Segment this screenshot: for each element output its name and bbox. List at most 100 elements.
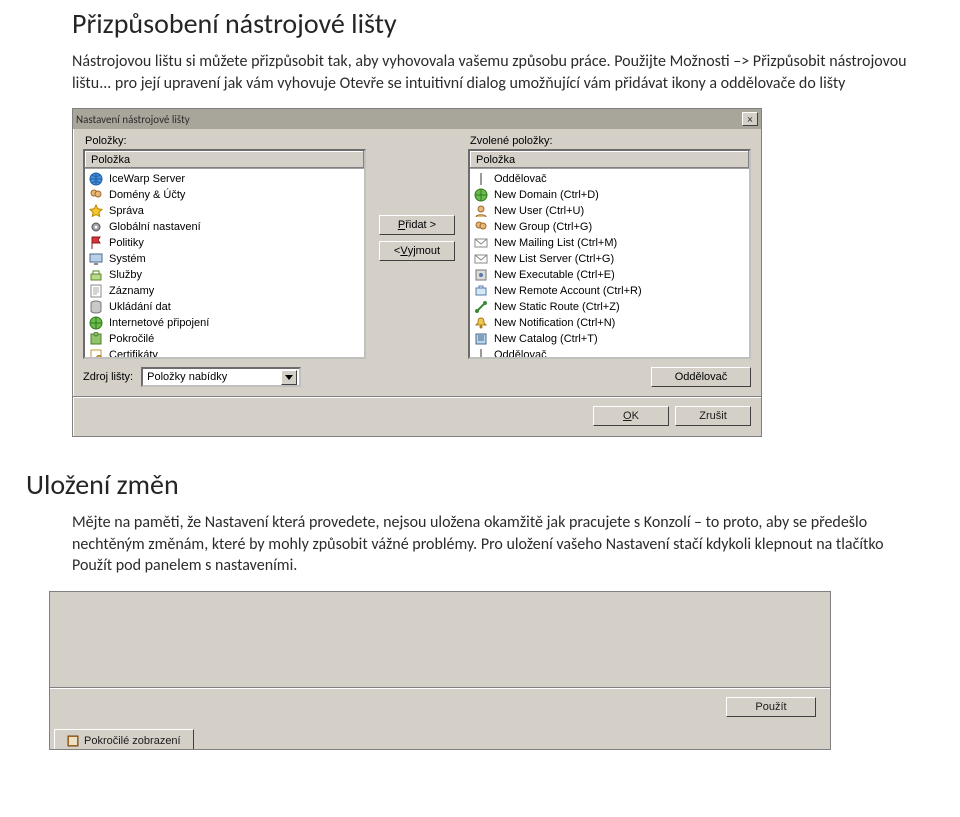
list-item-label: Ukládání dat	[109, 301, 171, 313]
list-item-label: Správa	[109, 205, 144, 217]
list-item[interactable]: Záznamy	[85, 283, 364, 299]
users-icon	[474, 220, 488, 234]
selected-items-label: Zvolené položky:	[470, 135, 751, 147]
dialog-titlebar[interactable]: Nastavení nástrojové lišty ×	[73, 109, 761, 129]
log-icon	[89, 284, 103, 298]
list-item-label: IceWarp Server	[109, 173, 185, 185]
list-item-label: Internetové připojení	[109, 317, 209, 329]
list-item-label: Oddělovač	[494, 349, 547, 359]
list-item-label: New Executable (Ctrl+E)	[494, 269, 615, 281]
route-icon	[474, 300, 488, 314]
heading-save-changes: Uložení změn	[26, 467, 920, 502]
remove-button[interactable]: < Vyjmout	[379, 241, 455, 261]
apply-button[interactable]: Použít	[726, 697, 816, 717]
list-item[interactable]: New Static Route (Ctrl+Z)	[470, 299, 749, 315]
dialog-title: Nastavení nástrojové lišty	[76, 113, 742, 126]
list-item-label: New List Server (Ctrl+G)	[494, 253, 614, 265]
catalog-icon	[474, 332, 488, 346]
list-item-label: New Static Route (Ctrl+Z)	[494, 301, 620, 313]
list-item-label: Záznamy	[109, 285, 154, 297]
list-item[interactable]: New Catalog (Ctrl+T)	[470, 331, 749, 347]
list-item[interactable]: Služby	[85, 267, 364, 283]
list-item-label: Domény & Účty	[109, 189, 185, 201]
add-button[interactable]: Přidat >	[379, 215, 455, 235]
chevron-down-icon[interactable]	[281, 370, 297, 385]
cert-icon	[89, 348, 103, 359]
list-item[interactable]: New Executable (Ctrl+E)	[470, 267, 749, 283]
list-item[interactable]: New Group (Ctrl+G)	[470, 219, 749, 235]
exe-icon	[474, 268, 488, 282]
cancel-button[interactable]: Zrušit	[675, 406, 751, 426]
source-combobox[interactable]: Položky nabídky	[141, 367, 301, 387]
list-item-label: Pokročilé	[109, 333, 154, 345]
list-item-label: New Remote Account (Ctrl+R)	[494, 285, 642, 297]
source-label: Zdroj lišty:	[83, 371, 133, 383]
add-button-text-post: řidat >	[405, 219, 436, 231]
tab-bar: Pokročilé zobrazení	[50, 725, 830, 749]
ok-button-post: K	[632, 410, 639, 422]
puzzle-icon	[89, 332, 103, 346]
service-icon	[89, 268, 103, 282]
list-item-label: New User (Ctrl+U)	[494, 205, 584, 217]
bell-icon	[474, 316, 488, 330]
paragraph-save-changes: Mějte na paměti, že Nastavení která prov…	[72, 512, 920, 577]
selected-items-list[interactable]: Položka Oddělovač New Domain (Ctrl+D) New …	[468, 149, 751, 359]
ok-button[interactable]: OK	[593, 406, 669, 426]
sep-icon	[474, 172, 488, 186]
cancel-button-text: Zrušit	[699, 410, 727, 422]
list-item-label: Oddělovač	[494, 173, 547, 185]
selected-column-header[interactable]: Položka	[470, 151, 749, 169]
close-icon[interactable]: ×	[742, 112, 758, 126]
ok-button-u: O	[623, 410, 632, 422]
gear-icon	[89, 220, 103, 234]
list-item-label: New Notification (Ctrl+N)	[494, 317, 615, 329]
list-item[interactable]: Oddělovač	[470, 171, 749, 187]
list-item[interactable]: Internetové připojení	[85, 315, 364, 331]
heading-customize-toolbar: Přizpůsobení nástrojové lišty	[72, 6, 920, 41]
user-icon	[474, 204, 488, 218]
tab-advanced-view[interactable]: Pokročilé zobrazení	[54, 729, 194, 749]
users-icon	[89, 188, 103, 202]
list-item-label: Globální nastavení	[109, 221, 201, 233]
paragraph-customize-toolbar: Nástrojovou lištu si můžete přizpůsobit …	[72, 51, 920, 94]
globe-green-icon	[89, 316, 103, 330]
mail-icon	[474, 236, 488, 250]
apply-button-text: Použít	[755, 701, 786, 713]
list-item[interactable]: Oddělovač	[470, 347, 749, 359]
tab-advanced-view-label: Pokročilé zobrazení	[84, 735, 181, 747]
add-button-text-u: P	[398, 219, 405, 231]
list-item-label: Certifikáty	[109, 349, 158, 359]
list-item[interactable]: New Remote Account (Ctrl+R)	[470, 283, 749, 299]
list-item-label: Systém	[109, 253, 146, 265]
list-item[interactable]: New Mailing List (Ctrl+M)	[470, 235, 749, 251]
list-item-label: New Catalog (Ctrl+T)	[494, 333, 598, 345]
list-item[interactable]: IceWarp Server	[85, 171, 364, 187]
list-item[interactable]: New Domain (Ctrl+D)	[470, 187, 749, 203]
globe-blue-icon	[89, 172, 103, 186]
list-item[interactable]: Globální nastavení	[85, 219, 364, 235]
toolbar-settings-dialog: Nastavení nástrojové lišty × Položky: Po…	[72, 108, 762, 437]
list-item[interactable]: Systém	[85, 251, 364, 267]
mail-icon	[474, 252, 488, 266]
sep-icon	[474, 348, 488, 359]
list-item-label: Služby	[109, 269, 142, 281]
list-item[interactable]: New List Server (Ctrl+G)	[470, 251, 749, 267]
remote-icon	[474, 284, 488, 298]
source-combobox-value: Položky nabídky	[147, 371, 281, 383]
list-item[interactable]: Domény & Účty	[85, 187, 364, 203]
remove-button-text-u: V	[400, 245, 407, 257]
list-item[interactable]: Ukládání dat	[85, 299, 364, 315]
list-item-label: Politiky	[109, 237, 144, 249]
available-items-list[interactable]: Položka IceWarp Server Domény & Účty Správ…	[83, 149, 366, 359]
list-item[interactable]: Politiky	[85, 235, 364, 251]
list-item[interactable]: New Notification (Ctrl+N)	[470, 315, 749, 331]
list-item-label: New Mailing List (Ctrl+M)	[494, 237, 617, 249]
separator-button-text: Oddělovač	[675, 371, 728, 383]
list-item[interactable]: New User (Ctrl+U)	[470, 203, 749, 219]
separator-button[interactable]: Oddělovač	[651, 367, 751, 387]
available-column-header[interactable]: Položka	[85, 151, 364, 169]
list-item[interactable]: Certifikáty	[85, 347, 364, 359]
list-item[interactable]: Správa	[85, 203, 364, 219]
list-item[interactable]: Pokročilé	[85, 331, 364, 347]
settings-panel: Použít Pokročilé zobrazení	[49, 591, 831, 750]
